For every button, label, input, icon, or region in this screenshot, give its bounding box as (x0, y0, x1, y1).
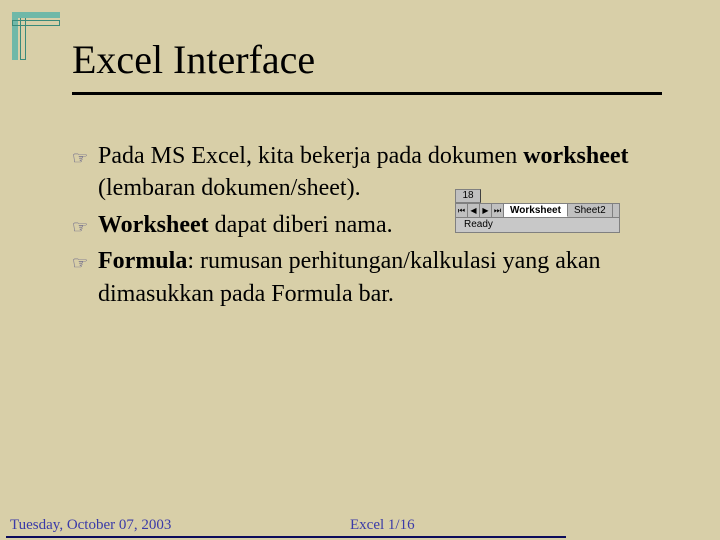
bullet-text-3: Formula: rumusan perhitungan/kalkulasi y… (98, 245, 662, 310)
title-underline (72, 92, 662, 95)
footer-underline (6, 536, 566, 538)
nav-next-button[interactable]: ▶ (480, 204, 492, 217)
status-bar: Ready (455, 218, 620, 233)
excel-tab-widget: 18 ⏮ ◀ ▶ ⏭ Worksheet Sheet2 Ready (455, 189, 620, 233)
bullet-item-3: ☞ Formula: rumusan perhitungan/kalkulasi… (72, 245, 662, 310)
pointing-hand-icon: ☞ (72, 215, 98, 239)
footer-page: Excel 1/16 (350, 517, 415, 534)
worksheet-tab-active[interactable]: Worksheet (504, 204, 568, 217)
row-number-cell: 18 (455, 189, 481, 203)
nav-first-button[interactable]: ⏮ (456, 204, 468, 217)
worksheet-tab-strip: ⏮ ◀ ▶ ⏭ Worksheet Sheet2 (455, 203, 620, 218)
pointing-hand-icon: ☞ (72, 146, 98, 170)
slide-title: Excel Interface (72, 36, 315, 83)
nav-prev-button[interactable]: ◀ (468, 204, 480, 217)
worksheet-tab-sheet2[interactable]: Sheet2 (568, 204, 613, 217)
footer-date: Tuesday, October 07, 2003 (10, 517, 171, 534)
pointing-hand-icon: ☞ (72, 251, 98, 275)
nav-last-button[interactable]: ⏭ (492, 204, 504, 217)
